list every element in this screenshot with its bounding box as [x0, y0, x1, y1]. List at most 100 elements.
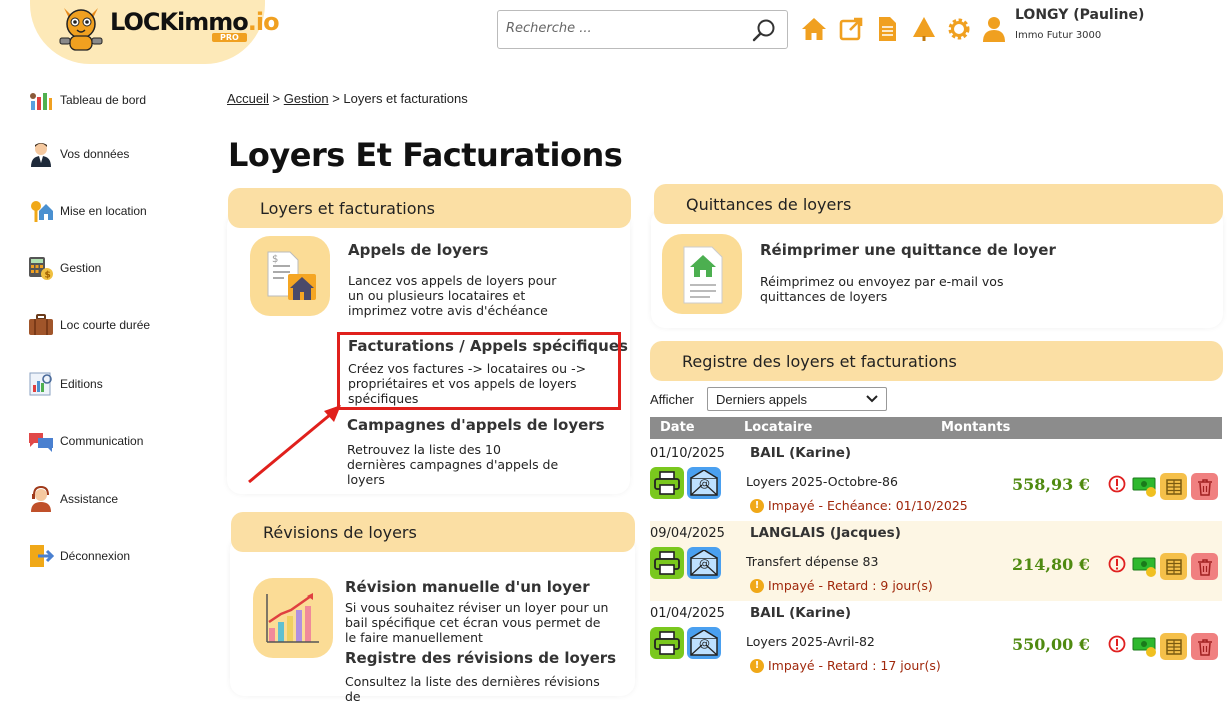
report-icon: [28, 371, 54, 397]
page-title: Loyers Et Facturations: [228, 136, 623, 174]
logo[interactable]: LOCKimmo.io: [110, 8, 280, 36]
row-libelle: Loyers 2025-Avril-82: [746, 634, 875, 649]
search-input[interactable]: [506, 21, 736, 36]
grid-icon: [1165, 638, 1182, 655]
registre-revisions-title[interactable]: Registre des révisions de loyers: [345, 649, 616, 667]
sidebar-item-assistance[interactable]: Assistance: [28, 486, 118, 512]
warning-icon: !: [750, 578, 764, 593]
payment-button[interactable]: [1131, 633, 1158, 660]
revision-chart-icon[interactable]: [253, 578, 333, 658]
appels-loyers-desc: Lancez vos appels de loyers pour un ou p…: [348, 273, 557, 318]
row-status-text: Impayé - Echéance: 01/10/2025: [768, 498, 968, 513]
suitcase-icon: [28, 312, 54, 338]
printer-icon: [654, 551, 680, 575]
reimprimer-quittance-title[interactable]: Réimprimer une quittance de loyer: [760, 241, 1056, 259]
col-montants: Montants: [941, 420, 1011, 435]
sidebar-item-label: Mise en location: [60, 204, 147, 218]
svg-text:$: $: [45, 271, 51, 281]
row-tenant[interactable]: BAIL (Karine): [750, 445, 851, 461]
cat-mascot-icon: [59, 8, 103, 51]
col-locataire: Locataire: [744, 420, 813, 435]
sidebar-item-label: Vos données: [60, 147, 130, 161]
svg-text:@: @: [699, 637, 710, 650]
sidebar-item-editions[interactable]: Editions: [28, 371, 103, 397]
row-amount: 558,93 €: [1012, 475, 1090, 494]
table-row: 09/04/2025 @ LANGLAIS (Jacques) Transfer…: [650, 521, 1222, 601]
email-icon: @: [690, 470, 718, 496]
document-icon[interactable]: [874, 16, 900, 42]
sidebar-item-label: Déconnexion: [60, 549, 131, 563]
person-icon: [28, 141, 54, 167]
user-name[interactable]: LONGY (Pauline): [1015, 7, 1144, 23]
revision-manuelle-title[interactable]: Révision manuelle d'un loyer: [345, 578, 590, 596]
details-button[interactable]: [1160, 553, 1187, 580]
payment-button[interactable]: [1131, 473, 1158, 500]
alert-circle-icon[interactable]: [1108, 475, 1126, 493]
email-icon: @: [690, 550, 718, 576]
sidebar-item-loc-courte-duree[interactable]: Loc courte durée: [28, 312, 150, 338]
print-button[interactable]: [650, 547, 684, 579]
campagnes-title[interactable]: Campagnes d'appels de loyers: [347, 416, 605, 434]
svg-text:@: @: [699, 477, 710, 490]
calculator-icon: $: [28, 255, 54, 281]
revisions-card-title: Révisions de loyers: [231, 512, 635, 552]
cash-icon: [1132, 637, 1156, 657]
gear-icon[interactable]: [946, 16, 972, 42]
grid-icon: [1165, 558, 1182, 575]
search-box[interactable]: [497, 10, 788, 49]
warning-icon: !: [750, 498, 764, 513]
svg-text:@: @: [699, 557, 710, 570]
sidebar-item-vos-donnees[interactable]: Vos données: [28, 141, 129, 167]
tree-icon[interactable]: [911, 16, 937, 42]
user-icon[interactable]: [981, 16, 1007, 42]
alert-circle-icon[interactable]: [1108, 555, 1126, 573]
row-date: 09/04/2025: [650, 526, 725, 541]
sidebar-item-gestion[interactable]: $ Gestion: [28, 255, 101, 281]
row-libelle: Loyers 2025-Octobre-86: [746, 474, 898, 489]
email-button[interactable]: @: [687, 467, 721, 499]
breadcrumb-home-link[interactable]: Accueil: [227, 91, 269, 106]
row-status: ! Impayé - Retard : 9 jour(s): [750, 578, 933, 593]
highlight-box: [337, 332, 621, 410]
sidebar-item-mise-en-location[interactable]: Mise en location: [28, 198, 147, 224]
delete-button[interactable]: [1191, 553, 1218, 580]
sidebar-item-communication[interactable]: Communication: [28, 428, 143, 454]
payment-button[interactable]: [1131, 553, 1158, 580]
alert-circle-icon[interactable]: [1108, 635, 1126, 653]
sidebar-item-label: Tableau de bord: [60, 93, 147, 107]
sidebar-item-tableau-de-bord[interactable]: Tableau de bord: [28, 87, 146, 113]
campagnes-desc: Retrouvez la liste des 10 dernières camp…: [347, 442, 559, 487]
print-button[interactable]: [650, 467, 684, 499]
sidebar-item-deconnexion[interactable]: Déconnexion: [28, 543, 130, 569]
reimprimer-quittance-desc: Réimprimez ou envoyez par e-mail vos qui…: [760, 274, 1004, 304]
registre-revisions-desc: Consultez la liste des dernières révisio…: [345, 674, 600, 704]
quittance-doc-icon[interactable]: [662, 234, 742, 314]
email-button[interactable]: @: [687, 627, 721, 659]
grid-icon: [1165, 478, 1182, 495]
table-row: 01/10/2025 @ BAIL (Karine) Loyers 2025-O…: [650, 441, 1222, 521]
appels-loyers-title[interactable]: Appels de loyers: [348, 241, 488, 259]
sidebar-item-label: Editions: [60, 377, 103, 391]
row-amount: 550,00 €: [1012, 635, 1090, 654]
afficher-select[interactable]: Derniers appels: [707, 387, 887, 411]
print-button[interactable]: [650, 627, 684, 659]
email-button[interactable]: @: [687, 547, 721, 579]
breadcrumb-gestion-link[interactable]: Gestion: [284, 91, 329, 106]
row-tenant[interactable]: BAIL (Karine): [750, 605, 851, 621]
delete-button[interactable]: [1191, 633, 1218, 660]
row-status: ! Impayé - Echéance: 01/10/2025: [750, 498, 968, 513]
appels-loyers-icon[interactable]: $: [250, 236, 330, 316]
home-icon[interactable]: [801, 16, 827, 42]
details-button[interactable]: [1160, 633, 1187, 660]
external-link-icon[interactable]: [838, 16, 864, 42]
loyers-card-title: Loyers et facturations: [228, 188, 631, 228]
search-icon[interactable]: [751, 18, 777, 44]
breadcrumb-separator: >: [272, 91, 281, 106]
logo-main-text: LOCKimmo: [110, 8, 249, 36]
row-libelle: Transfert dépense 83: [746, 554, 879, 569]
table-row: 01/04/2025 @ BAIL (Karine) Loyers 2025-A…: [650, 601, 1222, 681]
details-button[interactable]: [1160, 473, 1187, 500]
row-tenant[interactable]: LANGLAIS (Jacques): [750, 525, 901, 541]
delete-button[interactable]: [1191, 473, 1218, 500]
headset-icon: [28, 486, 54, 512]
